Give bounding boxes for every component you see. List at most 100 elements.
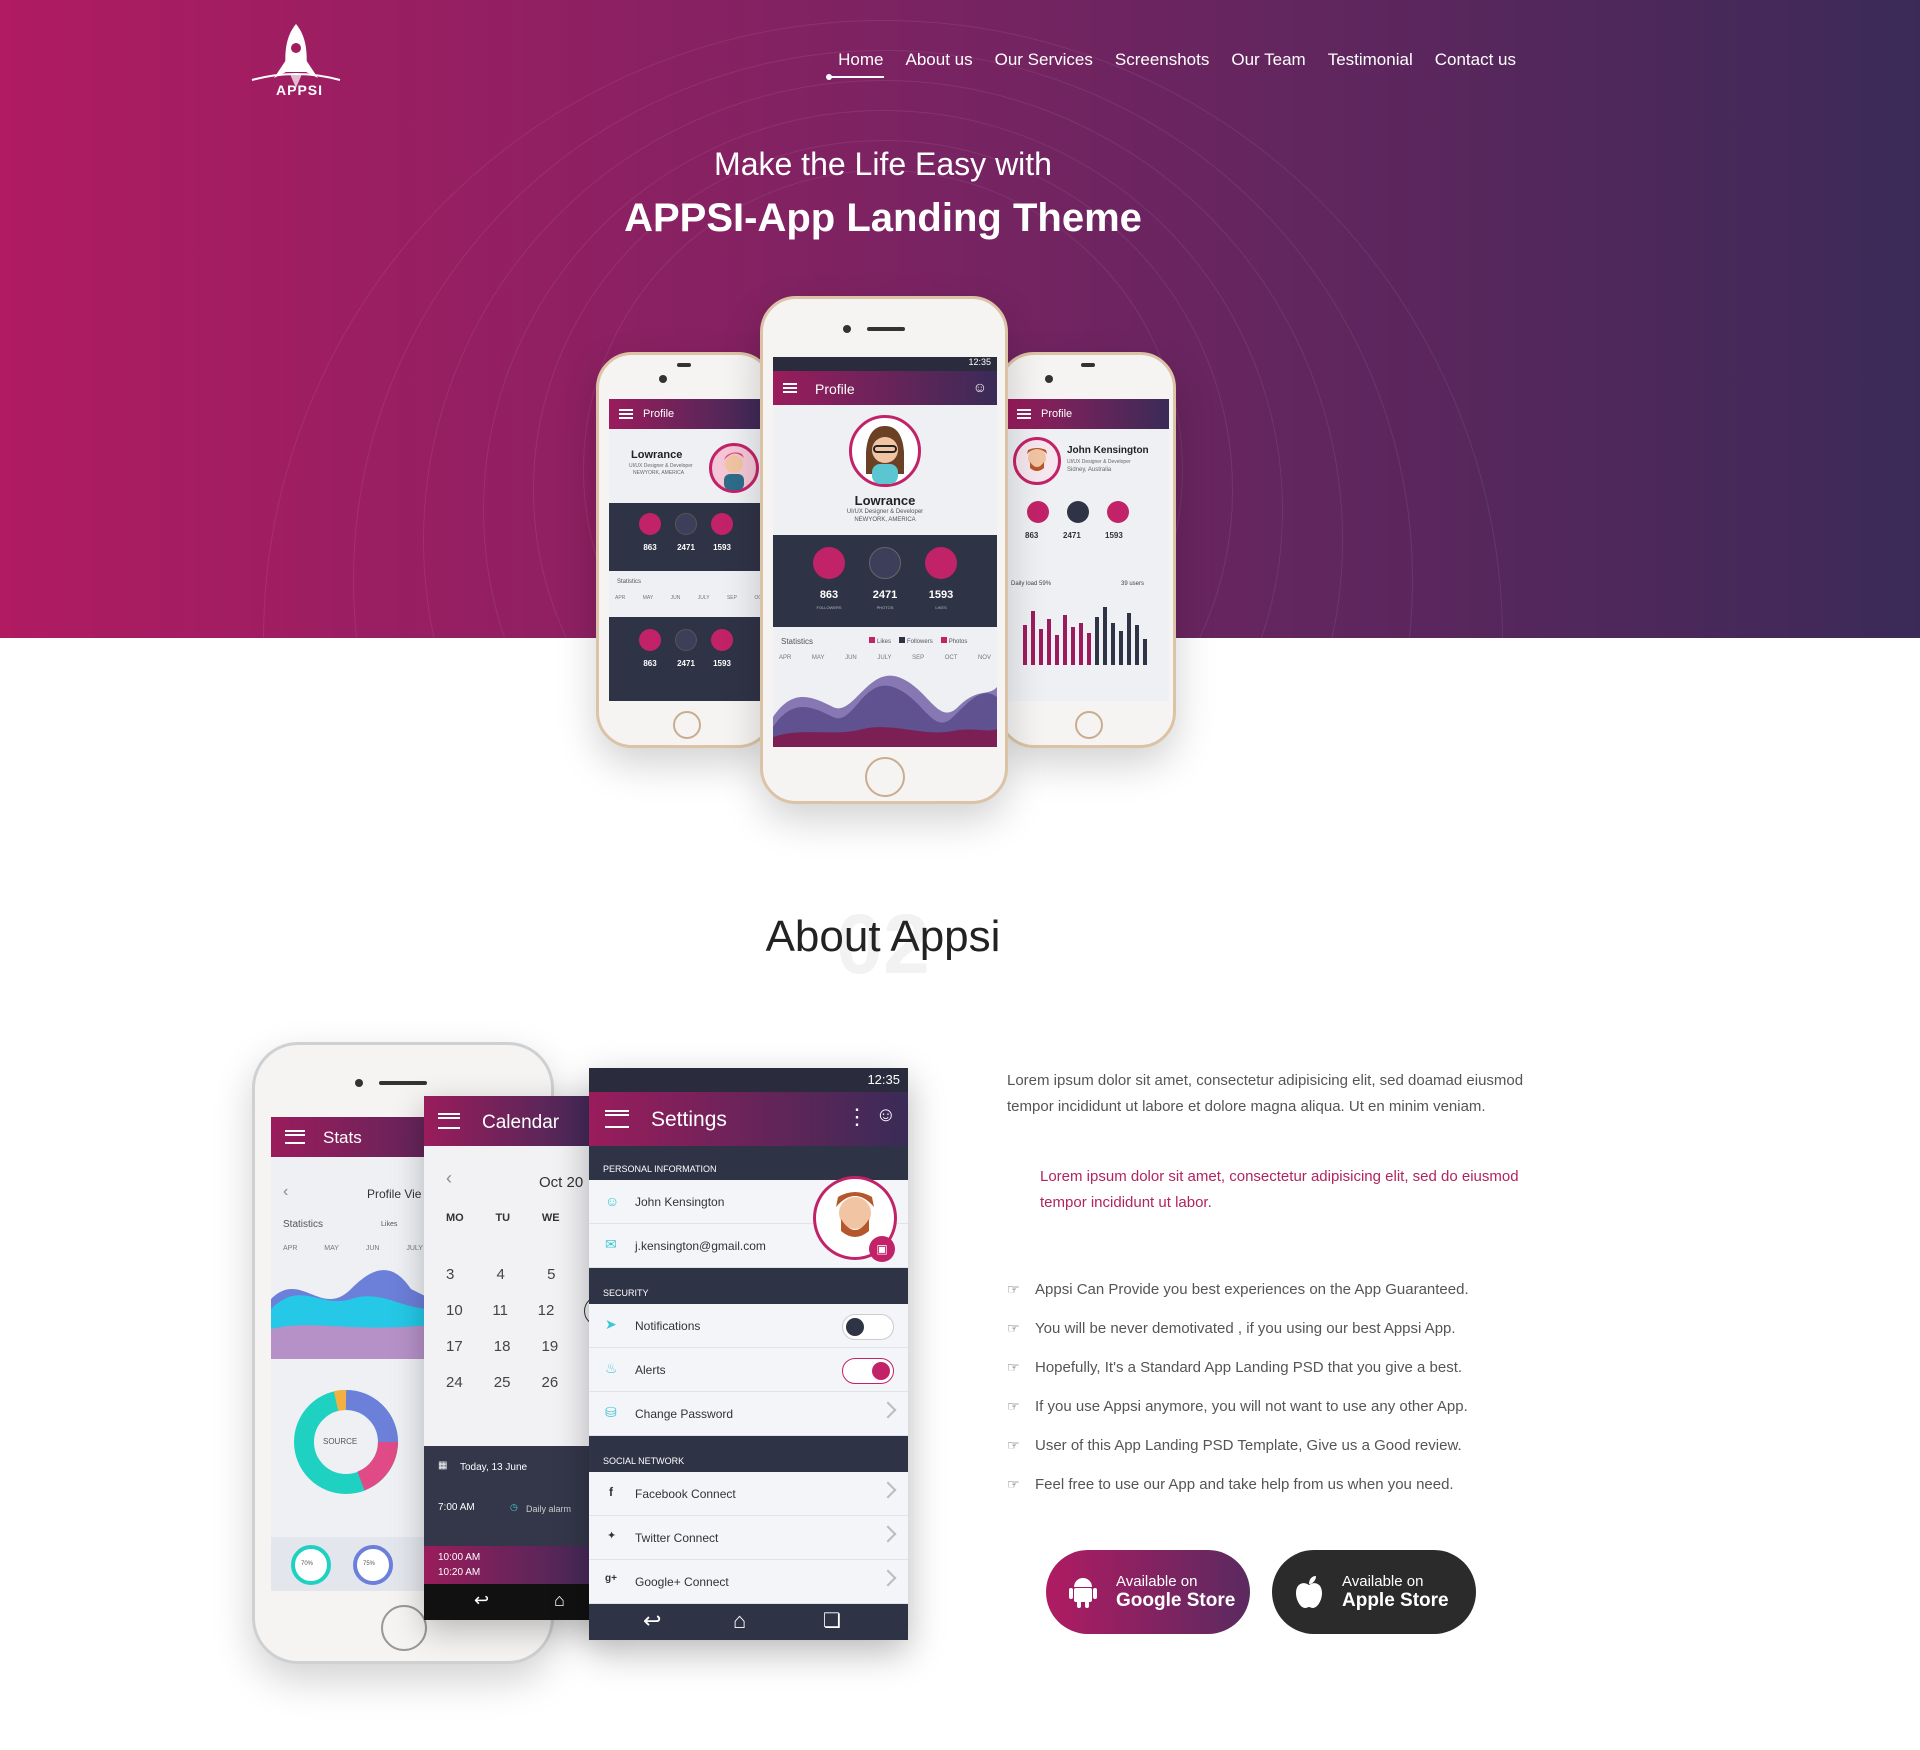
recent-apps-icon[interactable]: ❏ — [823, 1608, 841, 1633]
screen-title: Profile — [643, 408, 675, 420]
feature-list: ☞ Appsi Can Provide you best experiences … — [1007, 1270, 1567, 1504]
calendar-day[interactable]: 18 — [494, 1338, 511, 1374]
profile-role: UI/UX Designer & Developer — [629, 463, 693, 469]
setting-twitter[interactable]: ✦ Twitter Connect — [589, 1516, 908, 1560]
google-store-button[interactable]: Available on Google Store — [1046, 1550, 1250, 1634]
user-icon[interactable]: ☺ — [876, 1104, 896, 1127]
facebook-icon: f — [609, 1485, 613, 1499]
alarm-icon: ◷ — [510, 1502, 518, 1512]
phone-mockup-left: Profile Lowrance UI/UX Designer & Develo… — [596, 352, 774, 748]
calendar-day[interactable]: 19 — [542, 1338, 559, 1374]
camera-icon[interactable]: ▣ — [869, 1236, 895, 1262]
users-count: 39 users — [1121, 581, 1145, 587]
lock-icon: ⛁ — [605, 1404, 617, 1420]
screen-title: Settings — [651, 1108, 727, 1131]
calendar-icon: ▦ — [438, 1460, 448, 1471]
chevron-right-icon — [879, 1569, 897, 1587]
setting-facebook[interactable]: f Facebook Connect — [589, 1472, 908, 1516]
avatar — [849, 415, 921, 487]
prev-month-icon[interactable]: ‹ — [446, 1168, 452, 1189]
list-item: ☞ Appsi Can Provide you best experiences … — [1007, 1281, 1469, 1298]
brand-logo[interactable]: APPSI — [250, 22, 342, 102]
followers-count: 863 — [643, 543, 657, 552]
calendar-day[interactable]: 26 — [542, 1374, 559, 1410]
stats-panel: 863 2471 1593 — [609, 503, 767, 571]
avatar — [709, 443, 759, 493]
bar-chart — [1023, 607, 1147, 665]
apple-store-button[interactable]: Available on Apple Store — [1272, 1550, 1476, 1634]
calendar-day[interactable]: 11 — [492, 1302, 508, 1338]
phone-mockup-right: Profile John Kensington UI/UX Designer &… — [998, 352, 1176, 748]
nav-contact[interactable]: Contact us — [1435, 50, 1516, 78]
setting-alerts[interactable]: ♨ Alerts — [589, 1348, 908, 1392]
list-item: ☞ Feel free to use our App and take help … — [1007, 1476, 1454, 1493]
area-chart — [773, 675, 997, 747]
profile-location: NEWYORK, AMERICA — [633, 470, 685, 476]
profile-screen-center: 12:35 Profile ☺ Lowrance UI/UX Designer … — [773, 357, 997, 747]
setting-google[interactable]: g+ Google+ Connect — [589, 1560, 908, 1604]
statistics-label: Statistics — [781, 637, 814, 646]
agenda-panel: ▦ Today, 13 June 7:00 AM ◷ Daily alarm — [424, 1446, 610, 1546]
nav-screenshots[interactable]: Screenshots — [1115, 50, 1210, 78]
user-icon[interactable]: ☺ — [973, 379, 987, 395]
calendar-day[interactable]: 4 — [497, 1266, 505, 1302]
hand-point-icon: ☞ — [1007, 1437, 1020, 1453]
nav-about[interactable]: About us — [906, 50, 973, 78]
section-social: SOCIAL NETWORK — [589, 1436, 908, 1472]
settings-screen: 12:35 Settings ⋮ ☺ PERSONAL INFORMATION … — [589, 1068, 908, 1640]
home-nav-icon[interactable]: ⌂ — [554, 1590, 565, 1611]
profile-location: NEWYORK, AMERICA — [854, 517, 916, 523]
more-icon[interactable]: ⋮ — [846, 1104, 868, 1130]
photos-count: 2471 — [872, 589, 898, 601]
chevron-right-icon — [879, 1481, 897, 1499]
phone-mockup-center: 12:35 Profile ☺ Lowrance UI/UX Designer … — [760, 296, 1008, 804]
apple-icon — [1296, 1576, 1322, 1608]
notifications-toggle[interactable] — [842, 1314, 894, 1340]
month-axis: APR MAY JUN JULY — [283, 1245, 423, 1252]
hand-point-icon: ☞ — [1007, 1398, 1020, 1414]
profile-screen-right: Profile John Kensington UI/UX Designer &… — [1007, 399, 1169, 701]
likes-count: 1593 — [713, 543, 731, 552]
back-nav-icon[interactable]: ↩ — [474, 1590, 489, 1611]
calendar-month: Oct 20 — [539, 1174, 584, 1191]
nav-team[interactable]: Our Team — [1231, 50, 1305, 78]
calendar-day[interactable]: 17 — [446, 1338, 463, 1374]
profile-location: Sidney, Australia — [1067, 467, 1112, 473]
alerts-toggle[interactable] — [842, 1358, 894, 1384]
list-item: ☞ If you use Appsi anymore, you will not … — [1007, 1398, 1468, 1415]
hero-title: APPSI-App Landing Theme — [624, 196, 1142, 240]
about-paragraph: Lorem ipsum dolor sit amet, consectetur … — [1007, 1072, 1524, 1115]
chevron-right-icon — [879, 1525, 897, 1543]
month-axis: APR MAY JUN JULY SEP OCT NOV — [779, 655, 991, 661]
setting-notifications[interactable]: ➤ Notifications — [589, 1304, 908, 1348]
hand-point-icon: ☞ — [1007, 1359, 1020, 1375]
calendar-day[interactable]: 10 — [446, 1302, 463, 1338]
nav-services[interactable]: Our Services — [995, 50, 1093, 78]
followers-count: 863 — [819, 589, 839, 601]
calendar-day[interactable]: 12 — [538, 1302, 555, 1338]
nav-home[interactable]: Home — [826, 50, 884, 80]
android-icon — [1069, 1578, 1097, 1608]
area-chart — [271, 1270, 431, 1359]
screen-title: Profile — [815, 381, 855, 397]
chart-legend: Likes Followers Photos — [869, 637, 967, 645]
person-icon: ☺ — [605, 1193, 620, 1209]
calendar-day[interactable]: 25 — [494, 1374, 511, 1410]
calendar-day[interactable]: 3 — [446, 1266, 454, 1302]
hand-point-icon: ☞ — [1007, 1320, 1020, 1336]
home-nav-icon[interactable]: ⌂ — [733, 1608, 746, 1634]
section-personal: PERSONAL INFORMATION — [589, 1146, 908, 1180]
calendar-screen: Calendar ‹ Oct 20 MOTUWETH 3456 10111213… — [424, 1096, 610, 1620]
back-icon[interactable]: ‹ — [283, 1183, 288, 1201]
setting-change-password[interactable]: ⛁ Change Password — [589, 1392, 908, 1436]
screen-title: Calendar — [482, 1112, 560, 1133]
calendar-day[interactable]: 24 — [446, 1374, 463, 1410]
brand-name: APPSI — [276, 82, 324, 98]
calendar-day[interactable]: 5 — [547, 1266, 555, 1302]
hand-point-icon: ☞ — [1007, 1281, 1020, 1297]
nav-testimonial[interactable]: Testimonial — [1328, 50, 1413, 78]
daily-load: Daily load 59% — [1011, 581, 1052, 587]
list-item: ☞ User of this App Landing PSD Template, … — [1007, 1437, 1462, 1454]
back-nav-icon[interactable]: ↩ — [643, 1608, 661, 1634]
home-button — [673, 711, 701, 739]
